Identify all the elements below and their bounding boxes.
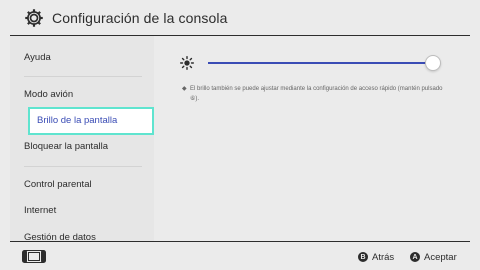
gear-icon: [25, 9, 43, 27]
brightness-slider-knob[interactable]: [425, 55, 441, 71]
brightness-slider-track[interactable]: [208, 62, 434, 64]
sidebar-item-modo-avion[interactable]: Modo avión: [24, 82, 142, 108]
sun-icon: [180, 56, 194, 70]
note-text: El brillo también se puede ajustar media…: [190, 86, 443, 102]
back-button[interactable]: B Atrás: [358, 250, 394, 264]
sidebar-item-gestion-datos[interactable]: Gestión de datos: [24, 225, 142, 241]
note-bullet: ◆: [182, 86, 187, 92]
b-button-icon: B: [358, 252, 368, 262]
sidebar-divider: [24, 76, 142, 77]
console-icon: [22, 250, 46, 263]
brightness-panel: ◆ El brillo también se puede ajustar med…: [154, 36, 470, 241]
a-button-icon: A: [410, 252, 420, 262]
sidebar-divider: [24, 166, 142, 167]
page-title: Configuración de la consola: [52, 10, 228, 26]
brightness-note: ◆ El brillo también se puede ajustar med…: [182, 84, 452, 104]
accept-button[interactable]: A Aceptar: [410, 250, 457, 264]
sidebar-item-ayuda[interactable]: Ayuda: [24, 45, 142, 71]
sidebar-item-bloquear[interactable]: Bloquear la pantalla: [24, 134, 142, 160]
sidebar-item-control-parental[interactable]: Control parental: [24, 172, 142, 198]
sidebar: Ayuda Modo avión Brillo de la pantalla B…: [10, 36, 154, 241]
sidebar-item-internet[interactable]: Internet: [24, 198, 142, 224]
footer: B Atrás A Aceptar: [0, 242, 480, 270]
header: Configuración de la consola: [0, 0, 480, 36]
sidebar-item-brillo[interactable]: Brillo de la pantalla: [28, 107, 154, 135]
back-label: Atrás: [372, 251, 395, 263]
accept-label: Aceptar: [424, 251, 457, 263]
